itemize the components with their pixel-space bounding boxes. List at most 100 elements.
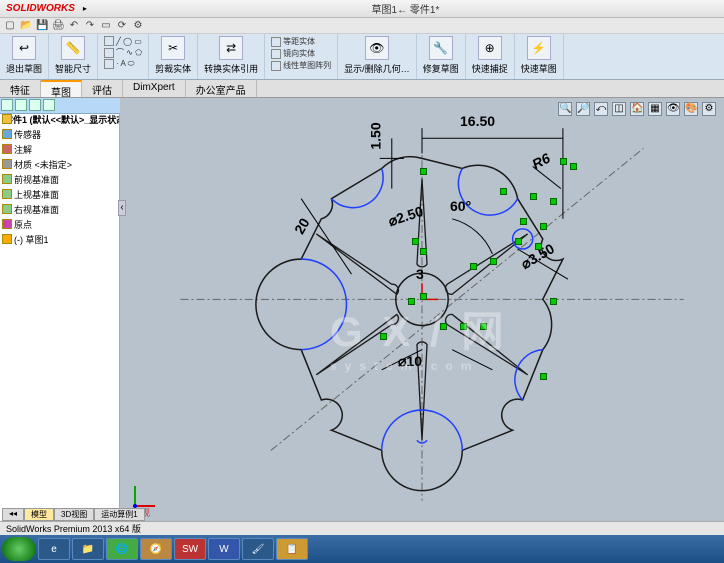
task-app1[interactable]: 🧭 xyxy=(140,538,172,560)
graphics-viewport[interactable]: 🔍 🔎 ⤺ ◫ 🏠 ▦ 👁 🎨 ⚙ xyxy=(120,98,724,521)
qat-redo-icon[interactable]: ↷ xyxy=(84,20,96,32)
task-explorer[interactable]: 📁 xyxy=(72,538,104,560)
tab-dimxpert[interactable]: DimXpert xyxy=(123,80,186,97)
smart-dim-icon[interactable]: 📏 xyxy=(61,36,85,60)
status-bar: SolidWorks Premium 2013 x64 版 xyxy=(0,521,724,535)
ribbon-display-delete[interactable]: 👁 显示/删除几何… xyxy=(338,34,417,79)
sketch-canvas[interactable] xyxy=(120,98,724,521)
tab-office[interactable]: 办公室产品 xyxy=(186,80,257,97)
tree-sensors[interactable]: 传感器 xyxy=(0,127,119,142)
task-ie[interactable]: e xyxy=(38,538,70,560)
ribbon-smart-dimension[interactable]: 📏 智能尺寸 xyxy=(49,34,98,79)
qat-print-icon[interactable]: 🖨 xyxy=(52,20,64,32)
conf-cancel-icon[interactable] xyxy=(15,99,27,111)
relation-point[interactable] xyxy=(520,218,527,225)
conf-ok-icon[interactable] xyxy=(1,99,13,111)
arc-tool[interactable]: ⌒ ∿ ⬠ xyxy=(104,47,142,58)
relation-point[interactable] xyxy=(560,158,567,165)
ribbon-snap[interactable]: ⊕ 快速捕捉 xyxy=(466,34,515,79)
menu-dropdown-icon[interactable]: ▸ xyxy=(83,4,87,13)
task-paint[interactable]: 🖌 xyxy=(242,538,274,560)
task-word[interactable]: W xyxy=(208,538,240,560)
ribbon-repair[interactable]: 🔧 修复草图 xyxy=(417,34,466,79)
task-app2[interactable]: 📋 xyxy=(276,538,308,560)
dim-d10[interactable]: ⌀10 xyxy=(398,353,422,370)
dim-3[interactable]: 3 xyxy=(416,266,424,282)
offset-tool[interactable]: 等距实体 xyxy=(271,36,331,47)
dim-1-50[interactable]: 1.50 xyxy=(368,122,384,149)
ribbon-modify-group: 等距实体 镜向实体 线性草图阵列 xyxy=(265,34,338,79)
tab-3dview[interactable]: 3D视图 xyxy=(54,508,94,521)
qat-undo-icon[interactable]: ↶ xyxy=(68,20,80,32)
bottom-nav-prev[interactable]: ◂◂ xyxy=(2,508,24,521)
tree-front-plane[interactable]: 前视基准面 xyxy=(0,172,119,187)
tree-annotations[interactable]: 注解 xyxy=(0,142,119,157)
tab-features[interactable]: 特征 xyxy=(0,80,41,97)
ribbon-label: 快速草图 xyxy=(521,62,557,75)
relation-point[interactable] xyxy=(490,258,497,265)
document-title: 草图1← 零件1* xyxy=(372,1,440,16)
convert-icon[interactable]: ⇄ xyxy=(219,36,243,60)
tab-model[interactable]: 模型 xyxy=(24,508,54,521)
dim-60deg[interactable]: 60° xyxy=(450,198,471,214)
tab-motion[interactable]: 运动算例1 xyxy=(94,508,144,521)
ribbon-exit-sketch[interactable]: ↩ 退出草图 xyxy=(0,34,49,79)
relation-point[interactable] xyxy=(470,263,477,270)
qat-save-icon[interactable]: 💾 xyxy=(36,20,48,32)
qat-new-icon[interactable]: ▢ xyxy=(4,20,16,32)
relation-point[interactable] xyxy=(570,163,577,170)
relation-point[interactable] xyxy=(480,323,487,330)
conf-opt-icon[interactable] xyxy=(43,99,55,111)
trim-icon[interactable]: ✂ xyxy=(161,36,185,60)
relation-point[interactable] xyxy=(515,238,522,245)
relation-point[interactable] xyxy=(420,293,427,300)
point-tool[interactable]: · A ⬭ xyxy=(104,59,142,69)
relation-point[interactable] xyxy=(440,323,447,330)
tree-material[interactable]: 材质 <未指定> xyxy=(0,157,119,172)
feature-tree[interactable]: 零件1 (默认<<默认>_显示状态 传感器 注解 材质 <未指定> 前视基准面 … xyxy=(0,98,120,521)
tree-origin[interactable]: 原点 xyxy=(0,217,119,232)
dim-16-50[interactable]: 16.50 xyxy=(460,113,495,129)
pattern-tool[interactable]: 线性草图阵列 xyxy=(271,60,331,71)
relation-point[interactable] xyxy=(550,298,557,305)
quick-icon[interactable]: ⚡ xyxy=(527,36,551,60)
relation-point[interactable] xyxy=(408,298,415,305)
tab-sketch[interactable]: 草图 xyxy=(41,80,82,97)
relation-point[interactable] xyxy=(540,223,547,230)
snap-icon[interactable]: ⊕ xyxy=(478,36,502,60)
ribbon-trim[interactable]: ✂ 剪裁实体 xyxy=(149,34,198,79)
tree-collapse-handle[interactable]: ‹ xyxy=(118,200,126,216)
ribbon-convert[interactable]: ⇄ 转换实体引用 xyxy=(198,34,265,79)
relation-point[interactable] xyxy=(540,373,547,380)
relation-point[interactable] xyxy=(420,248,427,255)
repair-icon[interactable]: 🔧 xyxy=(429,36,453,60)
relation-point[interactable] xyxy=(500,188,507,195)
relation-point[interactable] xyxy=(460,323,467,330)
command-manager-tabs: 特征 草图 评估 DimXpert 办公室产品 xyxy=(0,80,724,98)
display-icon[interactable]: 👁 xyxy=(365,36,389,60)
line-tool[interactable]: ╱ ◯ ▭ xyxy=(104,36,142,46)
tree-top-plane[interactable]: 上视基准面 xyxy=(0,187,119,202)
qat-rebuild-icon[interactable]: ⟳ xyxy=(116,20,128,32)
qat-select-icon[interactable]: ▭ xyxy=(100,20,112,32)
qat-open-icon[interactable]: 📂 xyxy=(20,20,32,32)
qat-options-icon[interactable]: ⚙ xyxy=(132,20,144,32)
task-browser[interactable]: 🌐 xyxy=(106,538,138,560)
relation-point[interactable] xyxy=(420,168,427,175)
task-solidworks[interactable]: SW xyxy=(174,538,206,560)
tree-sketch1[interactable]: (-) 草图1 xyxy=(0,232,119,247)
relation-point[interactable] xyxy=(550,198,557,205)
tree-root[interactable]: 零件1 (默认<<默认>_显示状态 xyxy=(0,112,119,127)
title-bar: SOLIDWORKS ▸ 草图1← 零件1* xyxy=(0,0,724,18)
relation-point[interactable] xyxy=(380,333,387,340)
tab-evaluate[interactable]: 评估 xyxy=(82,80,123,97)
start-button[interactable] xyxy=(2,537,36,561)
tree-right-plane[interactable]: 右视基准面 xyxy=(0,202,119,217)
mirror-tool[interactable]: 镜向实体 xyxy=(271,48,331,59)
conf-tree-icon[interactable] xyxy=(29,99,41,111)
exit-sketch-icon[interactable]: ↩ xyxy=(12,36,36,60)
relation-point[interactable] xyxy=(530,193,537,200)
relation-point[interactable] xyxy=(412,238,419,245)
ribbon-quick-sketch[interactable]: ⚡ 快速草图 xyxy=(515,34,564,79)
relation-point[interactable] xyxy=(535,243,542,250)
